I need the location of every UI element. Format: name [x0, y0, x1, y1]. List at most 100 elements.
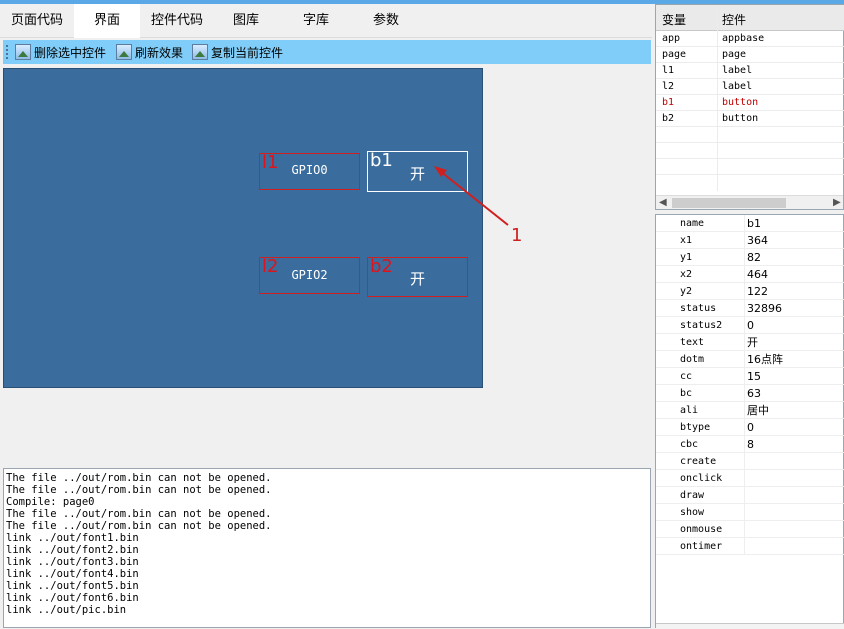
property-key: name [680, 218, 705, 229]
property-row[interactable]: y2 122 [656, 283, 844, 300]
table-row[interactable]: l2 label [656, 79, 844, 95]
property-row[interactable]: x1 364 [656, 232, 844, 249]
compile-log[interactable]: The file ../out/rom.bin can not be opene… [3, 468, 651, 628]
property-key: show [680, 507, 705, 518]
log-line: link ../out/font6.bin [6, 592, 139, 604]
property-value[interactable]: 居中 [747, 402, 769, 419]
property-row[interactable]: onmouse [656, 521, 844, 538]
property-row[interactable]: ali 居中 [656, 402, 844, 419]
property-row[interactable]: y1 82 [656, 249, 844, 266]
row-control: button [722, 97, 759, 108]
log-line: link ../out/font2.bin [6, 544, 139, 556]
property-row[interactable]: bc 63 [656, 385, 844, 402]
log-line: link ../out/font3.bin [6, 556, 139, 568]
log-line: link ../out/font1.bin [6, 532, 139, 544]
property-value[interactable]: 15 [747, 368, 761, 385]
property-key: bc [680, 388, 693, 399]
scroll-left-icon[interactable]: ◀ [659, 197, 667, 208]
row-control: label [722, 65, 753, 76]
property-key: btype [680, 422, 711, 433]
table-row-empty [656, 127, 844, 143]
property-key: dotm [680, 354, 705, 365]
column-header-control[interactable]: 控件 [722, 11, 746, 28]
property-row[interactable]: draw [656, 487, 844, 504]
table-row[interactable]: app appbase [656, 31, 844, 47]
property-row[interactable]: cbc 8 [656, 436, 844, 453]
property-key: y2 [680, 286, 693, 297]
property-row[interactable]: onclick [656, 470, 844, 487]
table-row[interactable]: page page [656, 47, 844, 63]
property-row[interactable]: create [656, 453, 844, 470]
row-control: button [722, 113, 759, 124]
table-row[interactable]: l1 label [656, 63, 844, 79]
property-value[interactable]: 32896 [747, 300, 782, 317]
property-key: ali [680, 405, 699, 416]
property-key: onmouse [680, 524, 723, 535]
property-key: x1 [680, 235, 693, 246]
property-row[interactable]: x2 464 [656, 266, 844, 283]
row-control: appbase [722, 33, 765, 44]
log-line: The file ../out/rom.bin can not be opene… [6, 484, 272, 496]
property-value[interactable]: 63 [747, 385, 761, 402]
property-key: text [680, 337, 705, 348]
row-variable: b2 [662, 113, 675, 124]
log-line: The file ../out/rom.bin can not be opene… [6, 508, 272, 520]
log-line: link ../out/font5.bin [6, 580, 139, 592]
property-row[interactable]: name b1 [656, 215, 844, 232]
property-row[interactable]: status 32896 [656, 300, 844, 317]
table-row-empty [656, 159, 844, 175]
property-value[interactable]: 364 [747, 232, 768, 249]
property-key: y1 [680, 252, 693, 263]
property-key: onclick [680, 473, 723, 484]
table-row-empty [656, 143, 844, 159]
scrollbar-thumb[interactable] [672, 198, 786, 208]
row-control: page [722, 49, 747, 60]
row-variable: l2 [662, 81, 675, 92]
variable-table: 变量 控件 app appbase page page l1 label l2 … [655, 4, 844, 210]
variable-table-header: 变量 控件 [656, 5, 844, 31]
property-key: status2 [680, 320, 723, 331]
row-variable: b1 [662, 97, 675, 108]
annotation-label-1: 1 [511, 225, 523, 246]
column-header-variable[interactable]: 变量 [662, 11, 686, 28]
property-value[interactable]: b1 [747, 215, 761, 232]
property-row[interactable]: ontimer [656, 538, 844, 555]
property-value[interactable]: 122 [747, 283, 768, 300]
property-value[interactable]: 8 [747, 436, 754, 453]
log-line: link ../out/pic.bin [6, 604, 127, 616]
property-row[interactable]: show [656, 504, 844, 521]
property-key: cbc [680, 439, 699, 450]
property-row[interactable]: status2 0 [656, 317, 844, 334]
property-value[interactable]: 16点阵 [747, 351, 783, 368]
property-row[interactable]: text 开 [656, 334, 844, 351]
property-value[interactable]: 0 [747, 419, 754, 436]
property-row[interactable]: dotm 16点阵 [656, 351, 844, 368]
property-row[interactable]: btype 0 [656, 419, 844, 436]
table-row[interactable]: b2 button [656, 111, 844, 127]
log-line: The file ../out/rom.bin can not be opene… [6, 520, 272, 532]
property-grid: name b1 x1 364 y1 82 x2 464 y2 122 status 3289… [655, 214, 844, 629]
annotation-arrow-1 [439, 170, 509, 226]
property-key: status [680, 303, 717, 314]
log-line: Compile: page0 [6, 496, 95, 508]
row-variable: page [662, 49, 687, 60]
property-value[interactable]: 0 [747, 317, 754, 334]
property-value[interactable]: 82 [747, 249, 761, 266]
property-key: create [680, 456, 717, 467]
property-value[interactable]: 开 [747, 334, 758, 351]
horizontal-scrollbar[interactable]: ◀ ▶ [656, 195, 843, 209]
property-key: x2 [680, 269, 693, 280]
row-variable: app [662, 33, 681, 44]
property-row[interactable]: cc 15 [656, 368, 844, 385]
property-value[interactable]: 464 [747, 266, 768, 283]
row-variable: l1 [662, 65, 675, 76]
log-line: The file ../out/rom.bin can not be opene… [6, 472, 272, 484]
scroll-right-icon[interactable]: ▶ [833, 197, 841, 208]
property-key: draw [680, 490, 705, 501]
property-key: cc [680, 371, 693, 382]
property-panel-footer [656, 623, 844, 629]
property-key: ontimer [680, 541, 723, 552]
log-line: link ../out/font4.bin [6, 568, 139, 580]
row-control: label [722, 81, 753, 92]
table-row-selected[interactable]: b1 button [656, 95, 844, 111]
